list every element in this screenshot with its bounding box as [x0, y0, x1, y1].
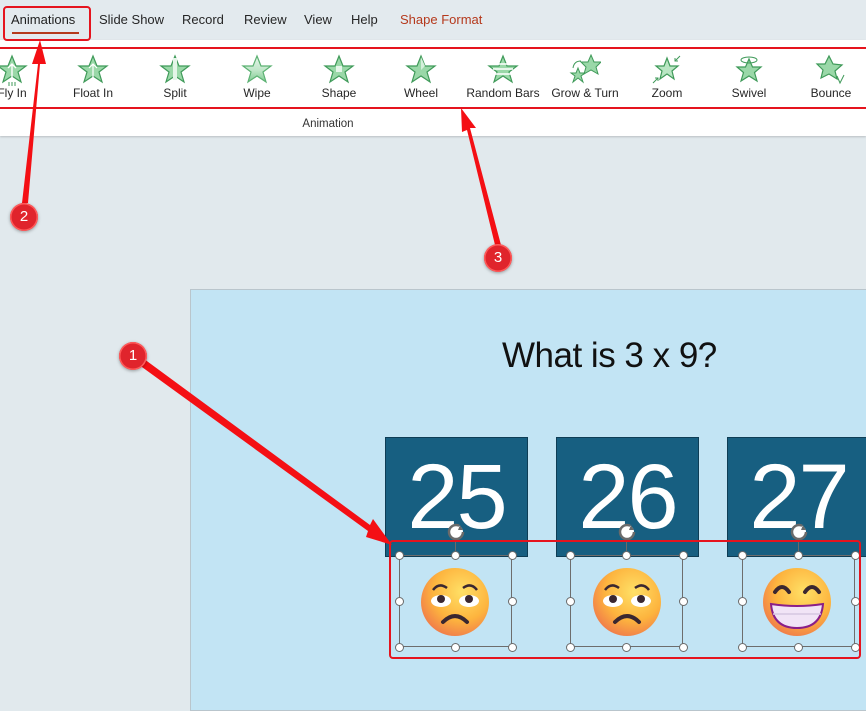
ribbon-tab-bar: Animations Slide Show Record Review View… — [0, 0, 866, 40]
annotation-badge-2: 2 — [10, 203, 38, 231]
ribbon-group-label: Animation — [302, 118, 354, 130]
annotation-badge-3: 3 — [484, 244, 512, 272]
annotation-badge-1: 1 — [119, 342, 147, 370]
tab-record[interactable]: Record — [182, 12, 224, 27]
tab-view[interactable]: View — [304, 12, 332, 27]
tab-slide-show[interactable]: Slide Show — [99, 12, 164, 27]
rotate-handle-icon[interactable] — [789, 522, 809, 542]
rotate-handle-icon[interactable] — [617, 522, 637, 542]
rotate-handle-icon[interactable] — [446, 522, 466, 542]
tab-review[interactable]: Review — [244, 12, 287, 27]
highlight-emoji-selection — [389, 540, 861, 659]
slide-title[interactable]: What is 3 x 9? — [502, 336, 717, 376]
tab-help[interactable]: Help — [351, 12, 378, 27]
highlight-effects-gallery — [0, 47, 866, 109]
highlight-animations-tab — [3, 6, 91, 41]
tab-shape-format[interactable]: Shape Format — [400, 12, 482, 27]
